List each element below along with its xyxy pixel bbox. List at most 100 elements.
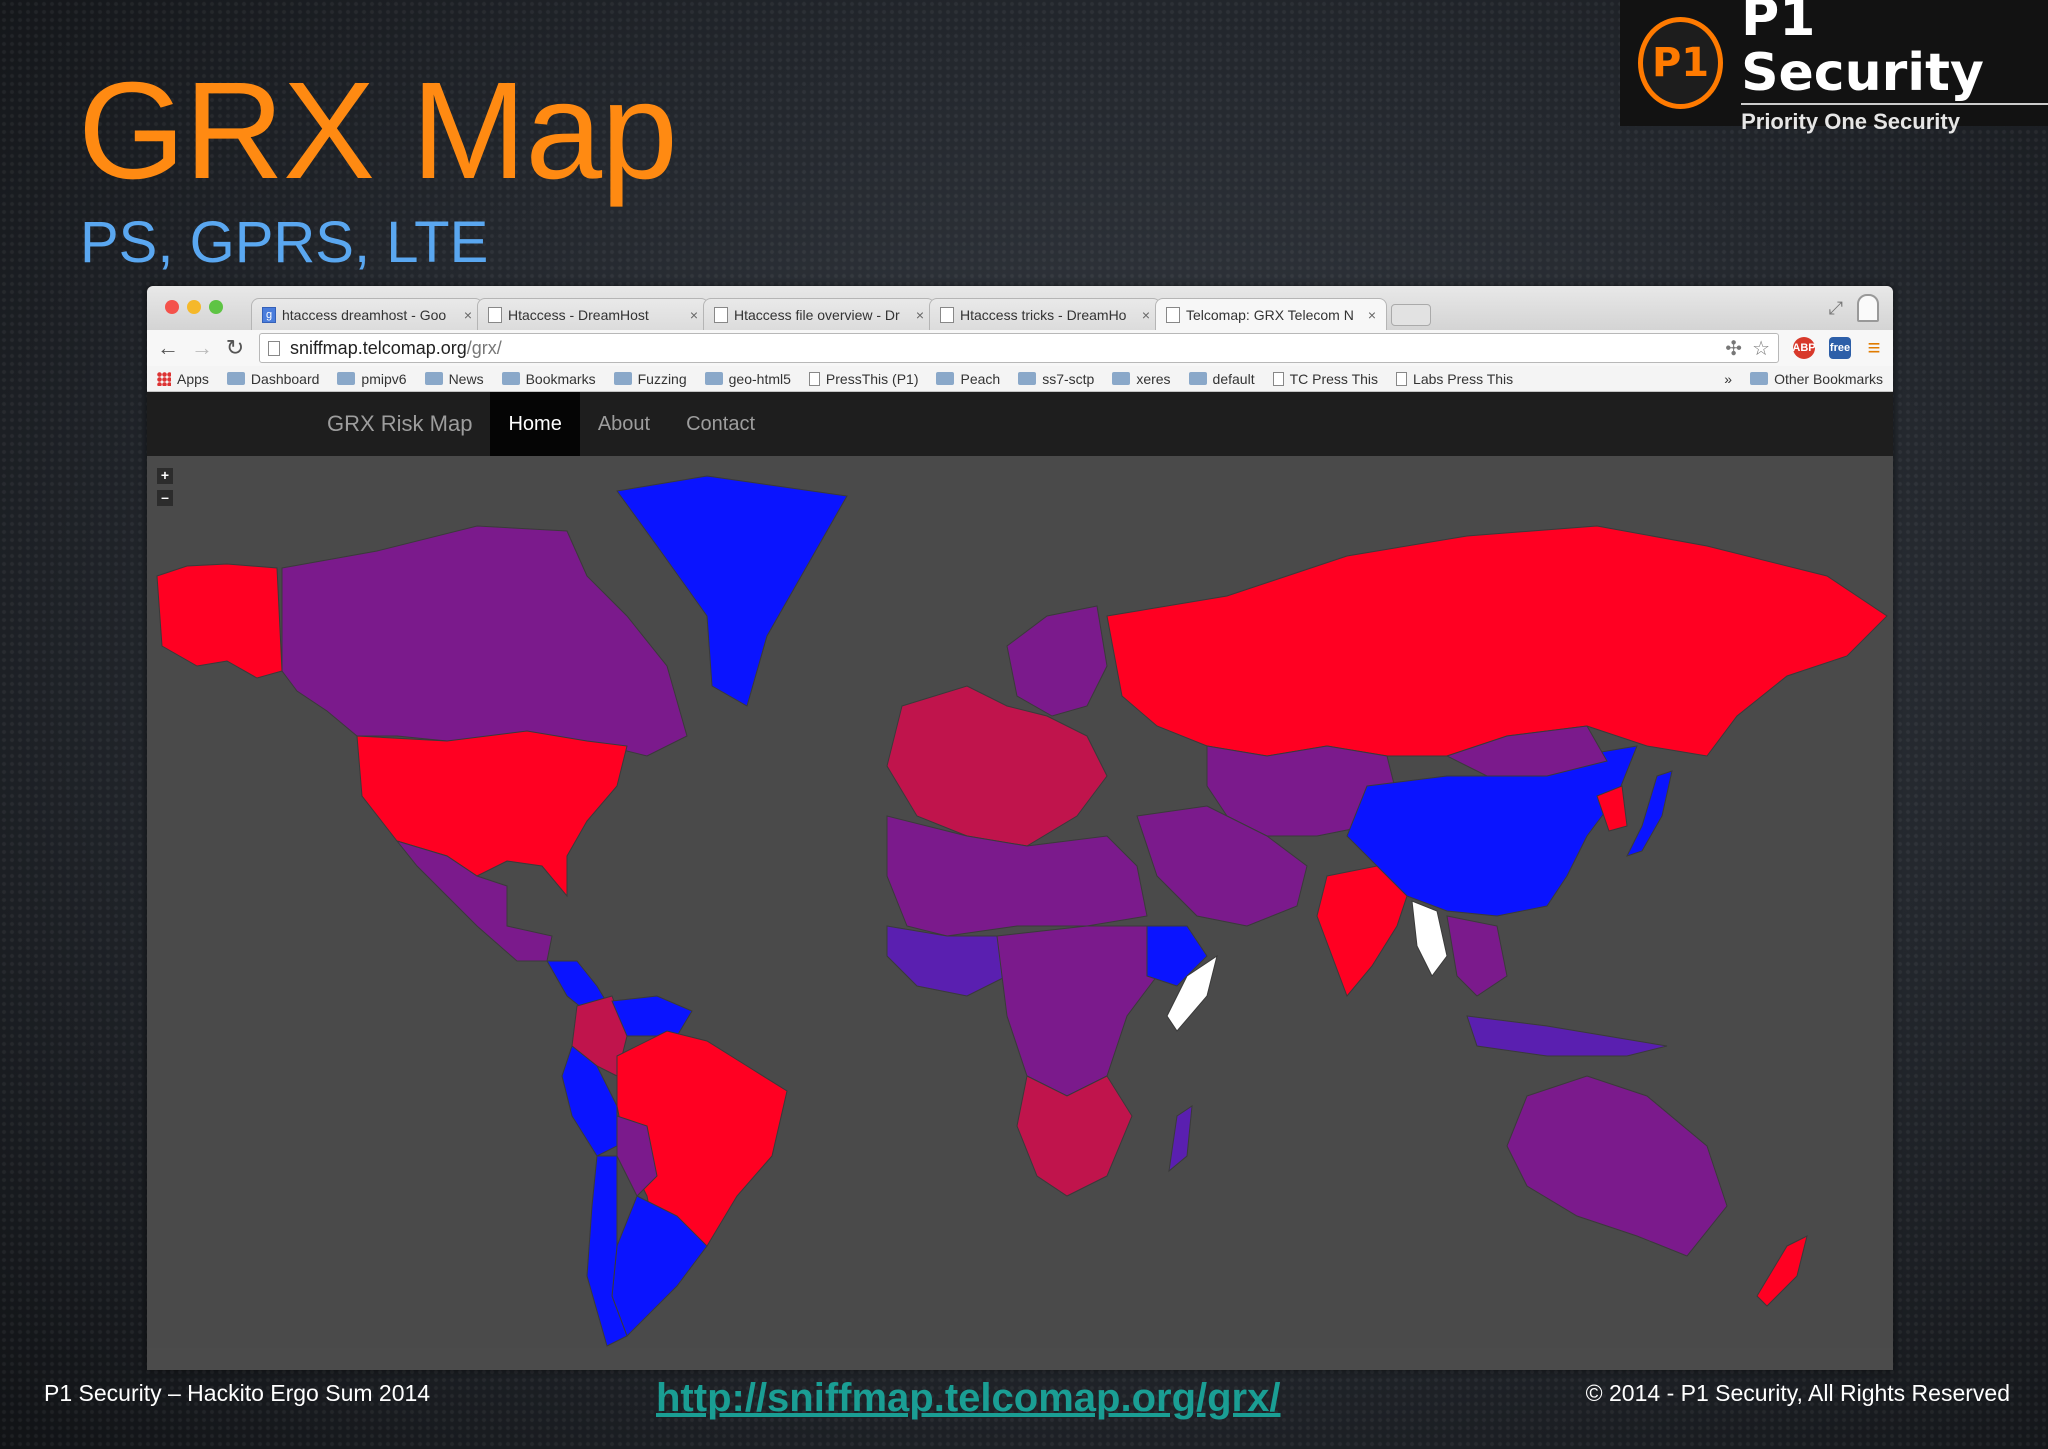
new-tab-button[interactable]	[1391, 304, 1431, 326]
tab-htaccess-dreamhost-google[interactable]: g htaccess dreamhost - Goo ×	[251, 298, 483, 330]
map-region-russia[interactable]	[1106, 525, 1888, 757]
tab-htaccess-tricks[interactable]: Htaccess tricks - DreamHo ×	[929, 298, 1161, 330]
map-region-southern-africa[interactable]	[1016, 1075, 1133, 1197]
map-region-united-states[interactable]	[356, 730, 628, 898]
bookmark-default[interactable]: default	[1188, 370, 1255, 387]
world-risk-map[interactable]: + –	[147, 456, 1893, 1348]
browser-window: g htaccess dreamhost - Goo × Htaccess - …	[147, 286, 1893, 1370]
browser-menu-icon[interactable]: ≡	[1865, 335, 1883, 360]
close-tab-icon[interactable]: ×	[1368, 307, 1376, 323]
apps-icon	[157, 371, 171, 386]
map-region-scandinavia[interactable]	[1006, 605, 1108, 717]
address-bar[interactable]: sniffmap.telcomap.org/grx/ ✣ ☆	[259, 333, 1779, 363]
bookmarks-bar: Apps Dashboard pmipv6 News Bookmarks Fuz…	[147, 366, 1893, 392]
map-region-alaska[interactable]	[156, 563, 283, 679]
google-icon: g	[262, 306, 276, 323]
bookmark-pressthis-p1[interactable]: PressThis (P1)	[808, 370, 919, 387]
bookmark-label: Bookmarks	[525, 370, 596, 387]
map-region-japan[interactable]	[1626, 770, 1673, 857]
folder-icon	[501, 372, 520, 385]
bookmark-label: Other Bookmarks	[1774, 370, 1883, 387]
bookmark-dashboard[interactable]: Dashboard	[226, 370, 320, 387]
forward-arrow-icon[interactable]: →	[191, 335, 213, 361]
adblock-plus-icon[interactable]: ABP	[1792, 337, 1816, 359]
close-tab-icon[interactable]: ×	[690, 307, 698, 323]
bookmark-ss7-sctp[interactable]: ss7-sctp	[1018, 371, 1094, 387]
bookmark-label: pmipv6	[361, 370, 407, 387]
close-window-button[interactable]	[165, 300, 179, 314]
p1-security-logo: P1 P1 Security Priority One Security	[1620, 0, 2048, 134]
map-region-venezuela[interactable]	[611, 995, 693, 1037]
window-controls	[165, 300, 223, 314]
close-tab-icon[interactable]: ×	[464, 307, 472, 323]
bookmark-label: xeres	[1136, 370, 1171, 387]
bookmark-label: PressThis (P1)	[825, 370, 919, 387]
bookmark-apps[interactable]: Apps	[157, 371, 209, 387]
tab-bar: g htaccess dreamhost - Goo × Htaccess - …	[147, 286, 1893, 330]
footer-copyright: © 2014 - P1 Security, All Rights Reserve…	[1585, 1380, 2010, 1406]
map-region-indonesia[interactable]	[1466, 1015, 1668, 1057]
bookmark-peach[interactable]: Peach	[936, 371, 1000, 387]
reload-icon[interactable]: ↻	[225, 335, 245, 361]
user-profile-icon[interactable]	[1857, 294, 1879, 322]
page-icon	[940, 306, 954, 323]
bookmark-label: default	[1212, 370, 1255, 387]
map-region-new-zealand[interactable]	[1756, 1235, 1808, 1307]
bookmark-bookmarks[interactable]: Bookmarks	[501, 370, 596, 387]
zoom-in-button[interactable]: +	[157, 468, 173, 484]
map-canvas[interactable]	[147, 456, 1893, 1348]
folder-icon	[1188, 372, 1207, 385]
maximize-window-button[interactable]	[209, 300, 223, 314]
map-region-madagascar[interactable]	[1168, 1104, 1193, 1173]
bookmark-pmipv6[interactable]: pmipv6	[337, 370, 407, 387]
fullscreen-icon[interactable]: ⤢	[1829, 298, 1843, 319]
bookmark-other-bookmarks[interactable]: Other Bookmarks	[1750, 371, 1883, 387]
slide-subtitle: PS, GPRS, LTE	[80, 210, 489, 275]
bookmarks-overflow-button[interactable]: »	[1724, 371, 1732, 387]
footer-url-link[interactable]: http://sniffmap.telcomap.org/grx/	[656, 1376, 1280, 1421]
free-extension-icon[interactable]: free	[1829, 337, 1851, 359]
page-icon	[714, 306, 728, 323]
extension-puzzle-icon[interactable]: ✣	[1725, 336, 1742, 361]
nav-home[interactable]: Home	[490, 392, 580, 456]
bookmark-tc-press-this[interactable]: TC Press This	[1272, 371, 1378, 387]
back-arrow-icon[interactable]: ←	[157, 335, 179, 361]
tab-telcomap-grx[interactable]: Telcomap: GRX Telecom N ×	[1155, 298, 1387, 330]
bookmark-xeres[interactable]: xeres	[1112, 370, 1171, 387]
close-tab-icon[interactable]: ×	[916, 307, 924, 323]
zoom-out-button[interactable]: –	[157, 490, 173, 506]
site-brand[interactable]: GRX Risk Map	[327, 411, 472, 437]
map-region-southeast-asia[interactable]	[1446, 915, 1508, 997]
logo-tagline: Priority One Security	[1741, 102, 2048, 135]
map-region-india[interactable]	[1316, 865, 1408, 997]
footer-event: P1 Security – Hackito Ergo Sum 2014	[44, 1380, 431, 1406]
url-path: /grx/	[466, 337, 502, 358]
nav-contact[interactable]: Contact	[668, 392, 773, 456]
bookmark-news[interactable]: News	[424, 371, 484, 387]
map-region-west-africa[interactable]	[886, 925, 1008, 997]
bookmark-fuzzing[interactable]: Fuzzing	[613, 371, 687, 387]
folder-icon	[1018, 372, 1037, 385]
page-icon	[488, 306, 502, 323]
bookmark-label: Dashboard	[250, 370, 320, 387]
close-tab-icon[interactable]: ×	[1142, 307, 1150, 323]
bookmark-label: Apps	[177, 370, 209, 387]
url-host: sniffmap.telcomap.org	[290, 337, 467, 358]
folder-icon	[613, 372, 632, 385]
map-region-myanmar[interactable]	[1411, 900, 1448, 977]
bookmark-geo-html5[interactable]: geo-html5	[704, 371, 791, 387]
tab-htaccess-file-overview[interactable]: Htaccess file overview - Dr ×	[703, 298, 935, 330]
nav-about[interactable]: About	[580, 392, 668, 456]
page-icon	[1166, 306, 1180, 323]
bookmark-label: Peach	[960, 370, 1001, 387]
bookmark-labs-press-this[interactable]: Labs Press This	[1396, 371, 1513, 387]
tab-label: Telcomap: GRX Telecom N	[1186, 306, 1354, 323]
bookmark-star-icon[interactable]: ☆	[1752, 336, 1770, 361]
tab-htaccess-dreamhost[interactable]: Htaccess - DreamHost ×	[477, 298, 709, 330]
minimize-window-button[interactable]	[187, 300, 201, 314]
zoom-controls: + –	[157, 468, 173, 506]
page-icon	[1272, 371, 1284, 386]
map-region-central-africa[interactable]	[996, 925, 1158, 1097]
map-region-canada[interactable]	[281, 525, 688, 757]
map-region-australia[interactable]	[1506, 1075, 1728, 1257]
